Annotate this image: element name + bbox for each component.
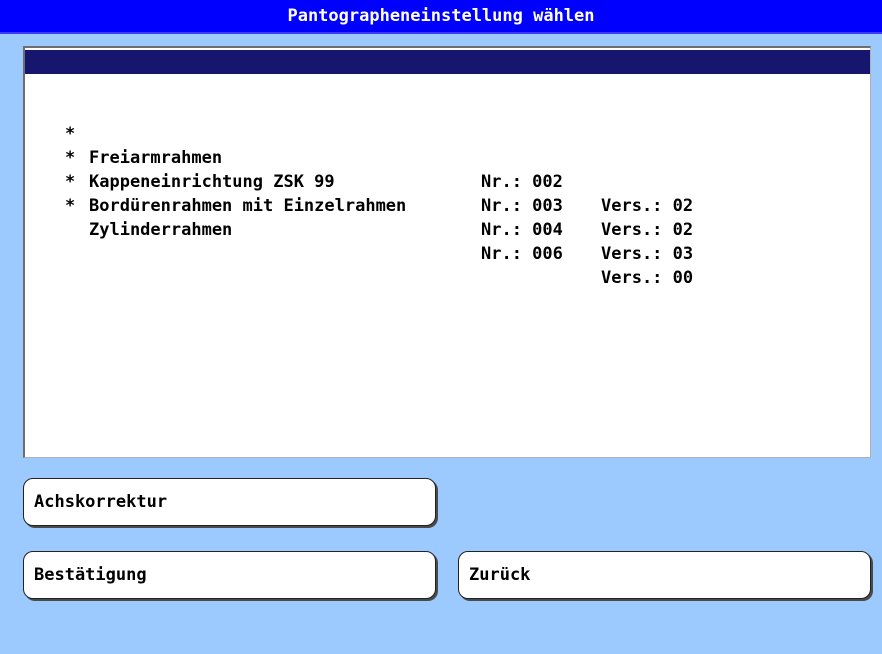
- pantograph-list[interactable]: >> * Bordürenrahmen Nr.: 001 Vers.: 02 *…: [23, 46, 871, 458]
- list-item[interactable]: * Bordürenrahmen mit Einzelrahmen Nr.: 0…: [25, 122, 870, 264]
- list-item[interactable]: >> * Bordürenrahmen Nr.: 001 Vers.: 02: [25, 50, 870, 192]
- item-name: Zylinderrahmen: [89, 220, 233, 240]
- item-number: Nr.: 002: [481, 172, 563, 192]
- item-number: Nr.: 004: [481, 220, 563, 240]
- list-item[interactable]: * Zylinderrahmen Nr.: 006 Vers.: 00: [25, 146, 870, 288]
- item-name: Bordürenrahmen mit Einzelrahmen: [89, 196, 407, 216]
- item-number: Nr.: 003: [481, 196, 563, 216]
- window-title: Pantographeneinstellung wählen: [287, 6, 595, 26]
- item-version: Vers.: 02: [601, 196, 694, 216]
- zurueck-button[interactable]: Zurück: [458, 551, 871, 599]
- item-star: *: [65, 196, 76, 216]
- item-version: Vers.: 00: [601, 268, 694, 288]
- achskorrektur-button-label: Achskorrektur: [34, 492, 168, 512]
- zurueck-button-label: Zurück: [469, 565, 531, 585]
- list-item[interactable]: * Freiarmrahmen Nr.: 002 Vers.: 02: [25, 74, 870, 216]
- item-version: Vers.: 02: [601, 172, 694, 192]
- list-item[interactable]: * Kappeneinrichtung ZSK 99 Nr.: 003 Vers…: [25, 98, 870, 240]
- bestaetigung-button-label: Bestätigung: [34, 565, 147, 585]
- bestaetigung-button[interactable]: Bestätigung: [23, 551, 436, 599]
- item-name: Kappeneinrichtung ZSK 99: [89, 172, 335, 192]
- item-version: Vers.: 02: [601, 220, 694, 240]
- window-title-bar: Pantographeneinstellung wählen: [0, 0, 882, 34]
- item-number: Nr.: 006: [481, 244, 563, 264]
- item-version: Vers.: 03: [601, 244, 694, 264]
- achskorrektur-button[interactable]: Achskorrektur: [23, 478, 436, 526]
